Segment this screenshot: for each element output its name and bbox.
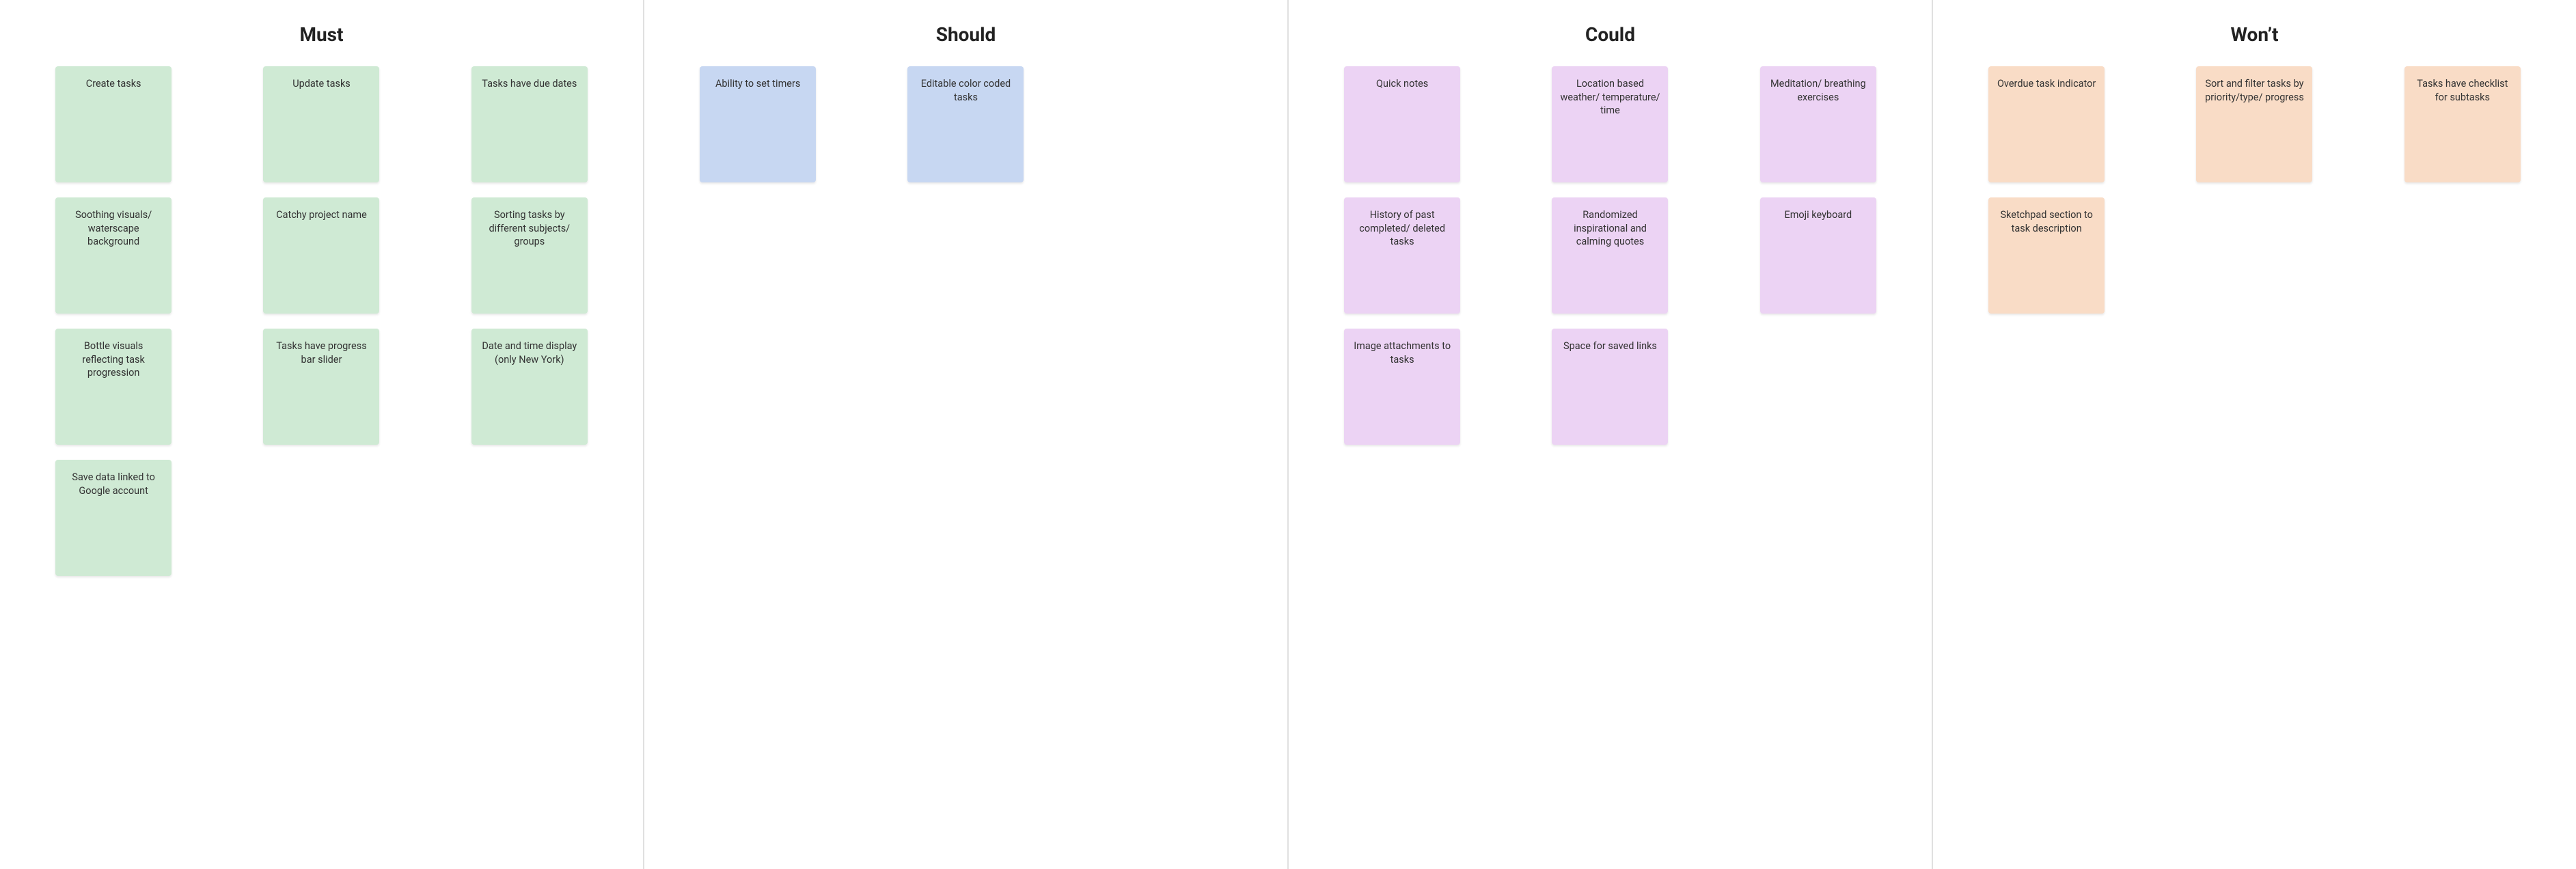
column-must: Must Create tasks Update tasks Tasks hav… — [0, 0, 644, 869]
card[interactable]: Soothing visuals/ waterscape background — [55, 197, 172, 314]
card-text: Space for saved links — [1563, 340, 1657, 353]
card-text: Overdue task indicator — [1997, 77, 2096, 91]
card-text: Sketchpad section to task description — [1995, 208, 2098, 235]
card[interactable]: Ability to set timers — [700, 66, 816, 182]
card[interactable]: Sort and filter tasks by priority/type/ … — [2196, 66, 2312, 182]
card-text: Quick notes — [1376, 77, 1428, 91]
column-should: Should Ability to set timers Editable co… — [644, 0, 1289, 869]
column-title-must: Must — [16, 23, 627, 46]
card[interactable]: Save data linked to Google account — [55, 460, 172, 576]
card-text: Sorting tasks by different subjects/ gro… — [478, 208, 581, 249]
card-text: Ability to set timers — [715, 77, 800, 91]
card[interactable]: Update tasks — [263, 66, 379, 182]
card-text: Location based weather/ temperature/ tim… — [1559, 77, 1661, 118]
card[interactable]: Tasks have progress bar slider — [263, 329, 379, 445]
card[interactable]: Emoji keyboard — [1760, 197, 1876, 314]
column-title-should: Should — [661, 23, 1271, 46]
card-text: Tasks have progress bar slider — [270, 340, 372, 366]
card[interactable]: History of past completed/ deleted tasks — [1344, 197, 1460, 314]
card-text: History of past completed/ deleted tasks — [1351, 208, 1453, 249]
card-text: Bottle visuals reflecting task progressi… — [62, 340, 165, 380]
card[interactable]: Date and time display (only New York) — [471, 329, 588, 445]
column-title-could: Could — [1305, 23, 1915, 46]
card-text: Tasks have checklist for subtasks — [2411, 77, 2514, 104]
card[interactable]: Tasks have due dates — [471, 66, 588, 182]
card[interactable]: Sorting tasks by different subjects/ gro… — [471, 197, 588, 314]
card[interactable]: Image attachments to tasks — [1344, 329, 1460, 445]
cards-must: Create tasks Update tasks Tasks have due… — [16, 66, 627, 576]
column-could: Could Quick notes Location based weather… — [1289, 0, 1933, 869]
cards-wont: Overdue task indicator Sort and filter t… — [1949, 66, 2560, 314]
card[interactable]: Bottle visuals reflecting task progressi… — [55, 329, 172, 445]
card[interactable]: Tasks have checklist for subtasks — [2404, 66, 2521, 182]
card-text: Create tasks — [86, 77, 141, 91]
column-wont: Won’t Overdue task indicator Sort and fi… — [1933, 0, 2576, 869]
card-text: Meditation/ breathing exercises — [1767, 77, 1869, 104]
card-text: Soothing visuals/ waterscape background — [62, 208, 165, 249]
card-text: Sort and filter tasks by priority/type/ … — [2203, 77, 2305, 104]
card[interactable]: Quick notes — [1344, 66, 1460, 182]
card-text: Update tasks — [292, 77, 351, 91]
card-text: Catchy project name — [276, 208, 367, 222]
card[interactable]: Meditation/ breathing exercises — [1760, 66, 1876, 182]
card[interactable]: Catchy project name — [263, 197, 379, 314]
card[interactable]: Randomized inspirational and calming quo… — [1552, 197, 1668, 314]
card-text: Date and time display (only New York) — [478, 340, 581, 366]
card-text: Save data linked to Google account — [62, 471, 165, 497]
card-text: Randomized inspirational and calming quo… — [1559, 208, 1661, 249]
column-title-wont: Won’t — [1949, 23, 2560, 46]
card-text: Tasks have due dates — [482, 77, 577, 91]
card-text: Emoji keyboard — [1784, 208, 1852, 222]
cards-should: Ability to set timers Editable color cod… — [661, 66, 1271, 182]
card[interactable]: Sketchpad section to task description — [1988, 197, 2105, 314]
card[interactable]: Overdue task indicator — [1988, 66, 2105, 182]
card[interactable]: Space for saved links — [1552, 329, 1668, 445]
card[interactable]: Editable color coded tasks — [907, 66, 1024, 182]
card[interactable]: Location based weather/ temperature/ tim… — [1552, 66, 1668, 182]
card-text: Editable color coded tasks — [914, 77, 1017, 104]
card-text: Image attachments to tasks — [1351, 340, 1453, 366]
cards-could: Quick notes Location based weather/ temp… — [1305, 66, 1915, 445]
moscow-board: Must Create tasks Update tasks Tasks hav… — [0, 0, 2576, 869]
card[interactable]: Create tasks — [55, 66, 172, 182]
